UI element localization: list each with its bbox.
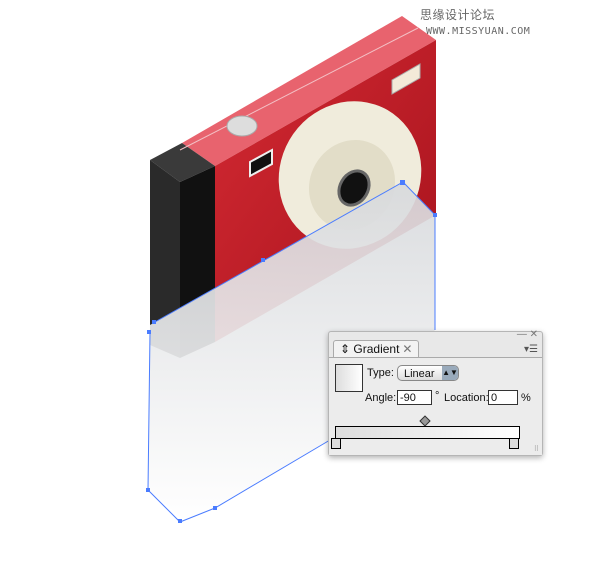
panel-minimize-close-icon[interactable]: — ✕: [517, 329, 538, 340]
camera-artwork: [146, 16, 437, 523]
percent-symbol: %: [521, 392, 531, 404]
gradient-stop-left[interactable]: [331, 438, 341, 449]
degree-symbol: °: [435, 390, 440, 402]
updown-arrows-icon: ▲▼: [442, 366, 458, 380]
tab-arrows-icon: ⇕: [340, 342, 354, 356]
gradient-slider[interactable]: [335, 426, 520, 439]
angle-input[interactable]: -90: [397, 390, 432, 405]
watermark-text: 思缘设计论坛: [420, 8, 496, 22]
panel-body: Type: Linear ▲▼ Angle: -90 ° Location: 0 …: [329, 357, 542, 455]
tab-close-icon[interactable]: ✕: [402, 342, 412, 356]
tab-label: Gradient: [353, 342, 400, 356]
panel-title-bar[interactable]: — ✕: [329, 329, 542, 340]
tab-gradient[interactable]: ⇕ Gradient ✕: [333, 340, 420, 357]
angle-label: Angle:: [365, 392, 397, 404]
type-select[interactable]: Linear ▲▼: [397, 365, 459, 381]
anchor-point[interactable]: [146, 488, 150, 492]
location-label: Location:: [444, 392, 489, 404]
watermark-url: WWW.MISSYUAN.COM: [426, 26, 531, 37]
gradient-panel: — ✕ ⇕ Gradient ✕ ▾☰ Type: Linear ▲▼ Angle:…: [328, 329, 543, 456]
shutter-button: [226, 115, 258, 137]
panel-menu-icon[interactable]: ▾☰: [524, 344, 538, 355]
anchor-point[interactable]: [152, 320, 156, 324]
midpoint-diamond[interactable]: [419, 415, 431, 427]
anchor-point[interactable]: [178, 519, 182, 523]
location-input[interactable]: 0: [488, 390, 518, 405]
watermark: 思缘设计论坛 WWW.MISSYUAN.COM: [420, 6, 596, 37]
anchor-point[interactable]: [261, 258, 265, 262]
resize-grip-icon[interactable]: ⠿: [534, 445, 539, 453]
anchor-point[interactable]: [213, 506, 217, 510]
anchor-point[interactable]: [433, 213, 437, 217]
type-label: Type:: [367, 367, 394, 379]
anchor-point[interactable]: [400, 180, 405, 185]
gradient-stop-right[interactable]: [509, 438, 519, 449]
gradient-swatch[interactable]: [335, 364, 363, 392]
anchor-point[interactable]: [147, 330, 151, 334]
type-value: Linear: [404, 368, 435, 380]
